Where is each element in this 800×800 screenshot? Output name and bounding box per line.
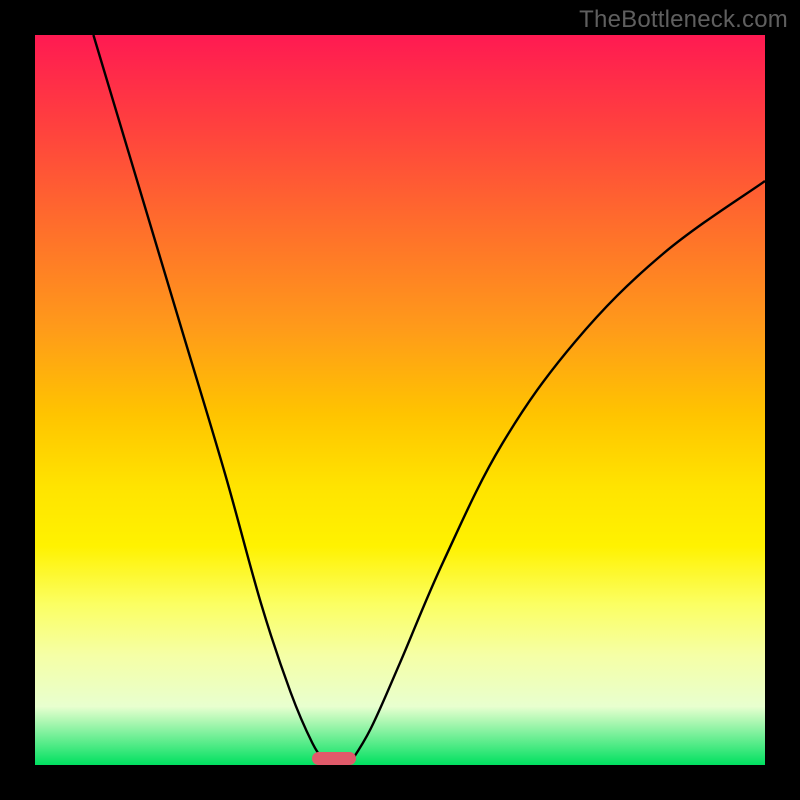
curve-left xyxy=(93,35,327,765)
watermark-text: TheBottleneck.com xyxy=(579,6,788,34)
curve-layer xyxy=(0,0,800,800)
curve-right xyxy=(349,181,765,765)
bottleneck-marker xyxy=(312,752,356,765)
chart-frame: TheBottleneck.com xyxy=(0,0,800,800)
